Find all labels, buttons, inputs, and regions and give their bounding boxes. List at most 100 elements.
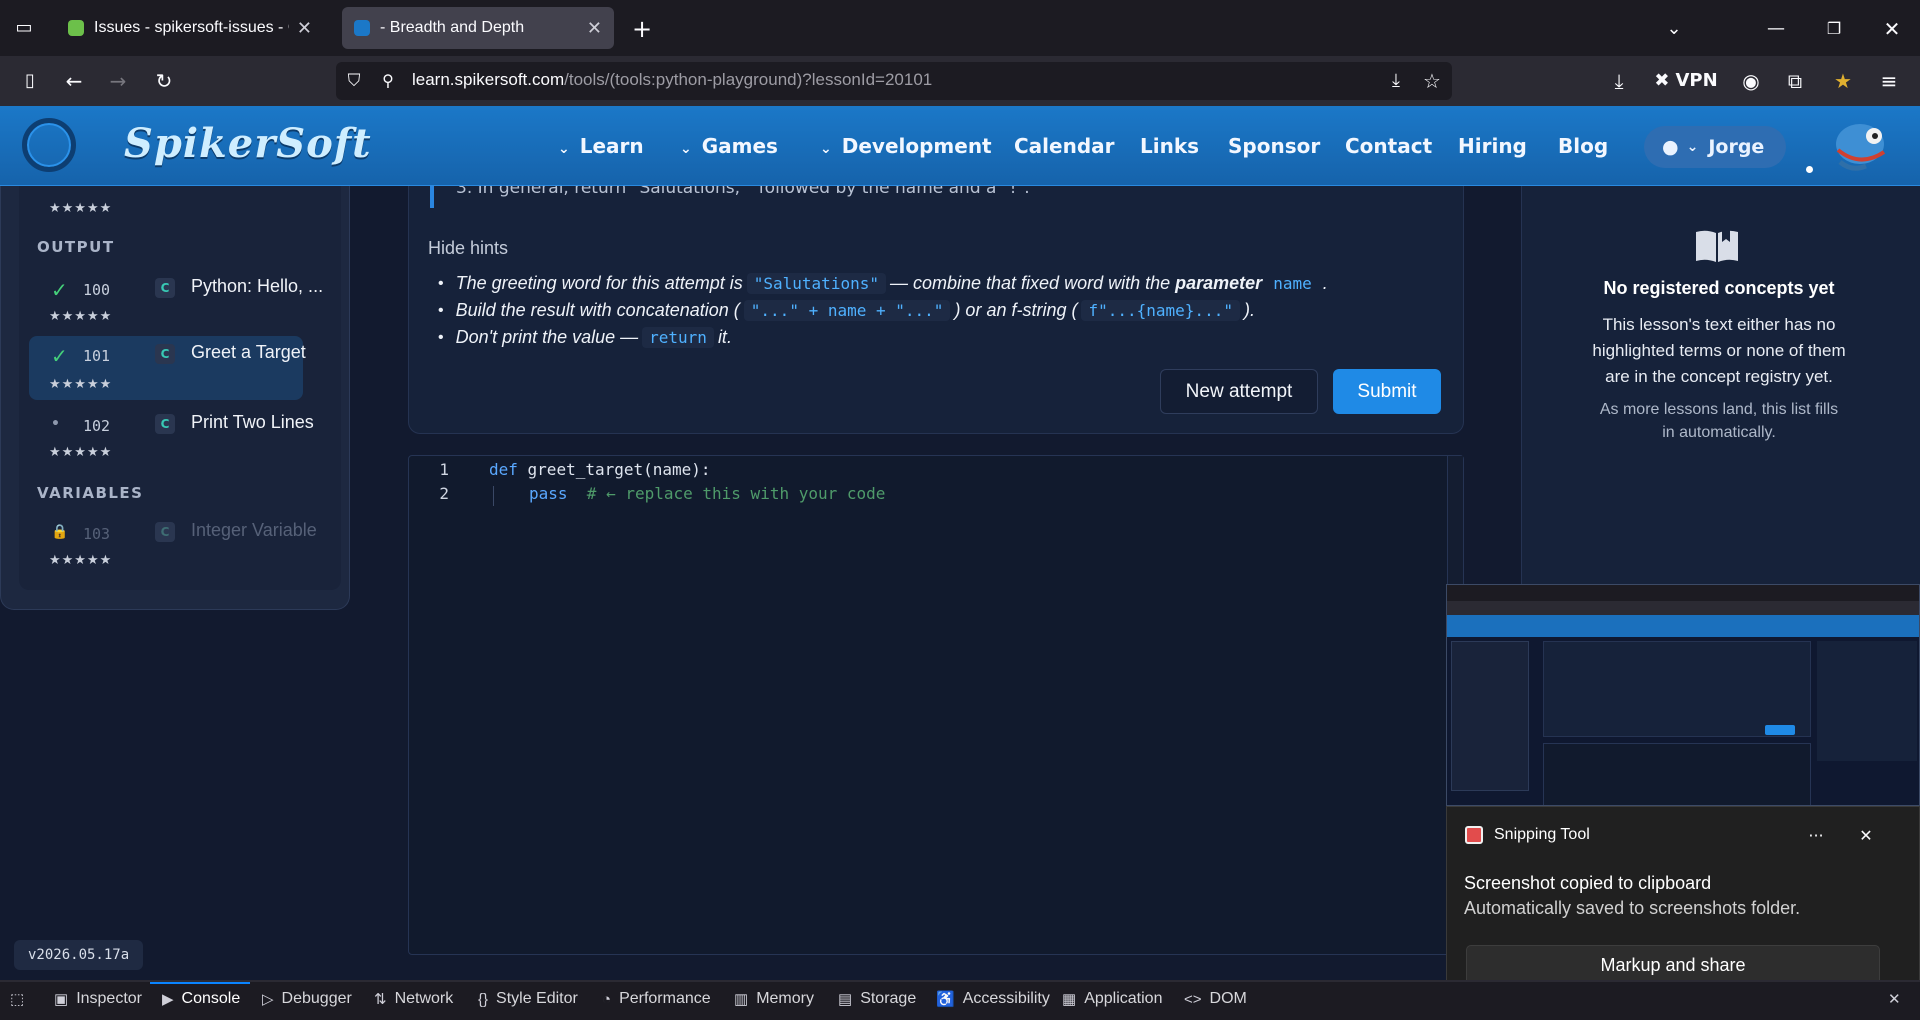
devtools-tab-style-editor[interactable]: {} Style Editor [478, 990, 578, 1008]
vpn-button[interactable]: ✖ VPN [1654, 68, 1718, 94]
forward-arrow-icon[interactable]: → [104, 67, 132, 95]
lesson-name: Print Two Lines [191, 412, 314, 432]
tab-close-icon[interactable]: ✕ [297, 18, 312, 39]
devtools-tab-storage[interactable]: ▤ Storage [838, 990, 916, 1008]
new-tab-icon[interactable]: + [628, 16, 656, 42]
code-line[interactable]: pass # ← replace this with your code [529, 484, 885, 503]
restore-window-icon[interactable]: ❐ [1820, 16, 1848, 42]
notification-close-icon[interactable]: ✕ [1852, 824, 1880, 848]
brand-logo-text[interactable]: SpikerSoft [124, 120, 372, 167]
thumb-editor [1543, 743, 1811, 805]
nav-contact[interactable]: Contact [1345, 134, 1432, 158]
devtools-tab-network[interactable]: ⇅ Network [374, 990, 453, 1008]
lesson-number: 101 [83, 347, 111, 365]
devtools-tab-application[interactable]: ▦ Application [1062, 990, 1162, 1008]
devtools-tab-debugger[interactable]: ▷ Debugger [262, 990, 352, 1008]
notification-body: Automatically saved to screenshots folde… [1464, 898, 1801, 918]
debugger-icon: ▷ [262, 991, 274, 1008]
nav-sponsor[interactable]: Sponsor [1228, 134, 1320, 158]
user-menu-button[interactable]: ● ⌄ Jorge [1644, 126, 1786, 168]
account-icon[interactable]: ◉ [1736, 68, 1766, 94]
url-text[interactable]: learn.spikersoft.com/tools/(tools:python… [412, 70, 932, 90]
minimize-window-icon[interactable]: — [1762, 16, 1790, 42]
chameleon-mascot-icon[interactable] [1830, 116, 1894, 174]
extension-alert-icon[interactable]: ★ [1828, 66, 1858, 96]
nav-games[interactable]: ⌄ Games [680, 134, 778, 158]
tab-list-icon[interactable]: ▭ [10, 14, 38, 42]
hint-item: • Don't print the value — return it. [438, 327, 732, 348]
thumb-concepts [1817, 641, 1917, 761]
code-text: greet_target(name): [517, 460, 711, 479]
submit-button[interactable]: Submit [1333, 369, 1441, 414]
nav-label: Learn [579, 134, 644, 158]
devtools-tab-dom[interactable]: <> DOM [1184, 990, 1247, 1008]
sidebar-toggle-icon[interactable]: ▯ [16, 67, 44, 95]
concepts-empty-body: This lesson's text either has no highlig… [1592, 315, 1846, 386]
downloads-icon[interactable]: ⤓ [1604, 68, 1634, 94]
open-book-icon [1696, 228, 1738, 262]
lesson-number: 102 [83, 417, 111, 435]
tab-overflow-chevron-icon[interactable]: ⌄ [1660, 16, 1688, 42]
nav-hiring[interactable]: Hiring [1458, 134, 1527, 158]
devtools-tab-inspector[interactable]: ▣ Inspector [54, 990, 142, 1008]
devtools-tab-performance[interactable]: ◔ Performance [602, 990, 711, 1008]
tab-gitea[interactable]: Issues - spikersoft-issues - Gitea ✕ [56, 7, 324, 49]
hint-text: it. [717, 327, 732, 347]
reload-icon[interactable]: ↻ [150, 67, 178, 95]
new-attempt-button[interactable]: New attempt [1160, 369, 1318, 414]
hint-item: • The greeting word for this attempt is … [438, 273, 1328, 294]
inline-code: "Salutations" [746, 273, 886, 294]
devtools-close-icon[interactable]: ✕ [1888, 990, 1909, 1008]
thumb-sidebar [1451, 641, 1529, 791]
user-avatar-icon: ● [1662, 136, 1679, 158]
instruction-step-text: 3. In general, return "Salutations, " fo… [456, 186, 1030, 198]
nav-links[interactable]: Links [1140, 134, 1199, 158]
code-line[interactable]: def greet_target(name): [489, 460, 711, 479]
lesson-name: Greet a Target [191, 342, 306, 362]
screenshot-preview-thumbnail[interactable] [1446, 584, 1920, 806]
indent-guide [493, 486, 494, 506]
inspector-icon: ▣ [54, 991, 69, 1008]
application-icon: ▦ [1062, 991, 1077, 1008]
nav-blog[interactable]: Blog [1558, 134, 1608, 158]
tab-title: - Breadth and Depth [380, 19, 525, 36]
notification-title: Screenshot copied to clipboard [1464, 873, 1712, 893]
tab-close-icon[interactable]: ✕ [587, 18, 602, 39]
code-keyword: def [489, 460, 518, 479]
site-info-icon[interactable]: ⚲ [376, 68, 400, 94]
notification-more-icon[interactable]: ··· [1802, 824, 1830, 848]
bookmark-star-icon[interactable]: ☆ [1418, 68, 1446, 94]
back-arrow-icon[interactable]: ← [60, 67, 88, 95]
hide-hints-toggle[interactable]: Hide hints [428, 238, 508, 259]
spikersoft-logo-icon[interactable] [22, 118, 76, 172]
devtools-tab-label: Debugger [281, 990, 352, 1007]
nav-development[interactable]: ⌄ Development [820, 134, 992, 158]
thumb-submit [1765, 725, 1795, 735]
chevron-down-icon: ⌄ [558, 141, 570, 157]
memory-icon: ▥ [734, 991, 749, 1008]
url-host: learn.spikersoft.com [412, 70, 565, 89]
tab-breadth-and-depth[interactable]: - Breadth and Depth ✕ [342, 7, 614, 49]
code-keyword: pass [529, 484, 568, 503]
devtools-tab-memory[interactable]: ▥ Memory [734, 990, 814, 1008]
nav-learn[interactable]: ⌄ Learn [558, 134, 644, 158]
lesson-type-badge: C [155, 414, 175, 434]
save-page-icon[interactable]: ⤓ [1382, 68, 1410, 94]
nav-label: Games [701, 134, 778, 158]
gitea-favicon-icon [68, 20, 84, 36]
extensions-icon[interactable]: ⧉ [1780, 68, 1810, 94]
storage-icon: ▤ [838, 991, 853, 1008]
close-window-icon[interactable]: ✕ [1878, 16, 1906, 42]
shield-icon[interactable]: ⛉ [342, 68, 366, 94]
markup-and-share-button[interactable]: Markup and share [1466, 945, 1880, 985]
devtools-tab-accessibility[interactable]: ♿ Accessibility [936, 990, 1050, 1008]
code-editor[interactable]: 1 2 def greet_target(name): pass # ← rep… [408, 455, 1464, 955]
lesson-name: Python: Hello, ... [191, 276, 324, 296]
lesson-rating-stars: ★★★★★ [49, 201, 113, 216]
devtools-tab-console[interactable]: ▶ Console [162, 990, 240, 1008]
site-header: SpikerSoft ⌄ Learn ⌄ Games ⌄ Development Ca… [0, 106, 1920, 186]
nav-calendar[interactable]: Calendar [1014, 134, 1115, 158]
lesson-list[interactable]: ★★★★★ OUTPUT ✓ 100 C Python: Hello, ... … [19, 186, 341, 590]
element-picker-icon[interactable]: ⬚ [10, 990, 32, 1008]
menu-icon[interactable]: ≡ [1874, 68, 1904, 94]
